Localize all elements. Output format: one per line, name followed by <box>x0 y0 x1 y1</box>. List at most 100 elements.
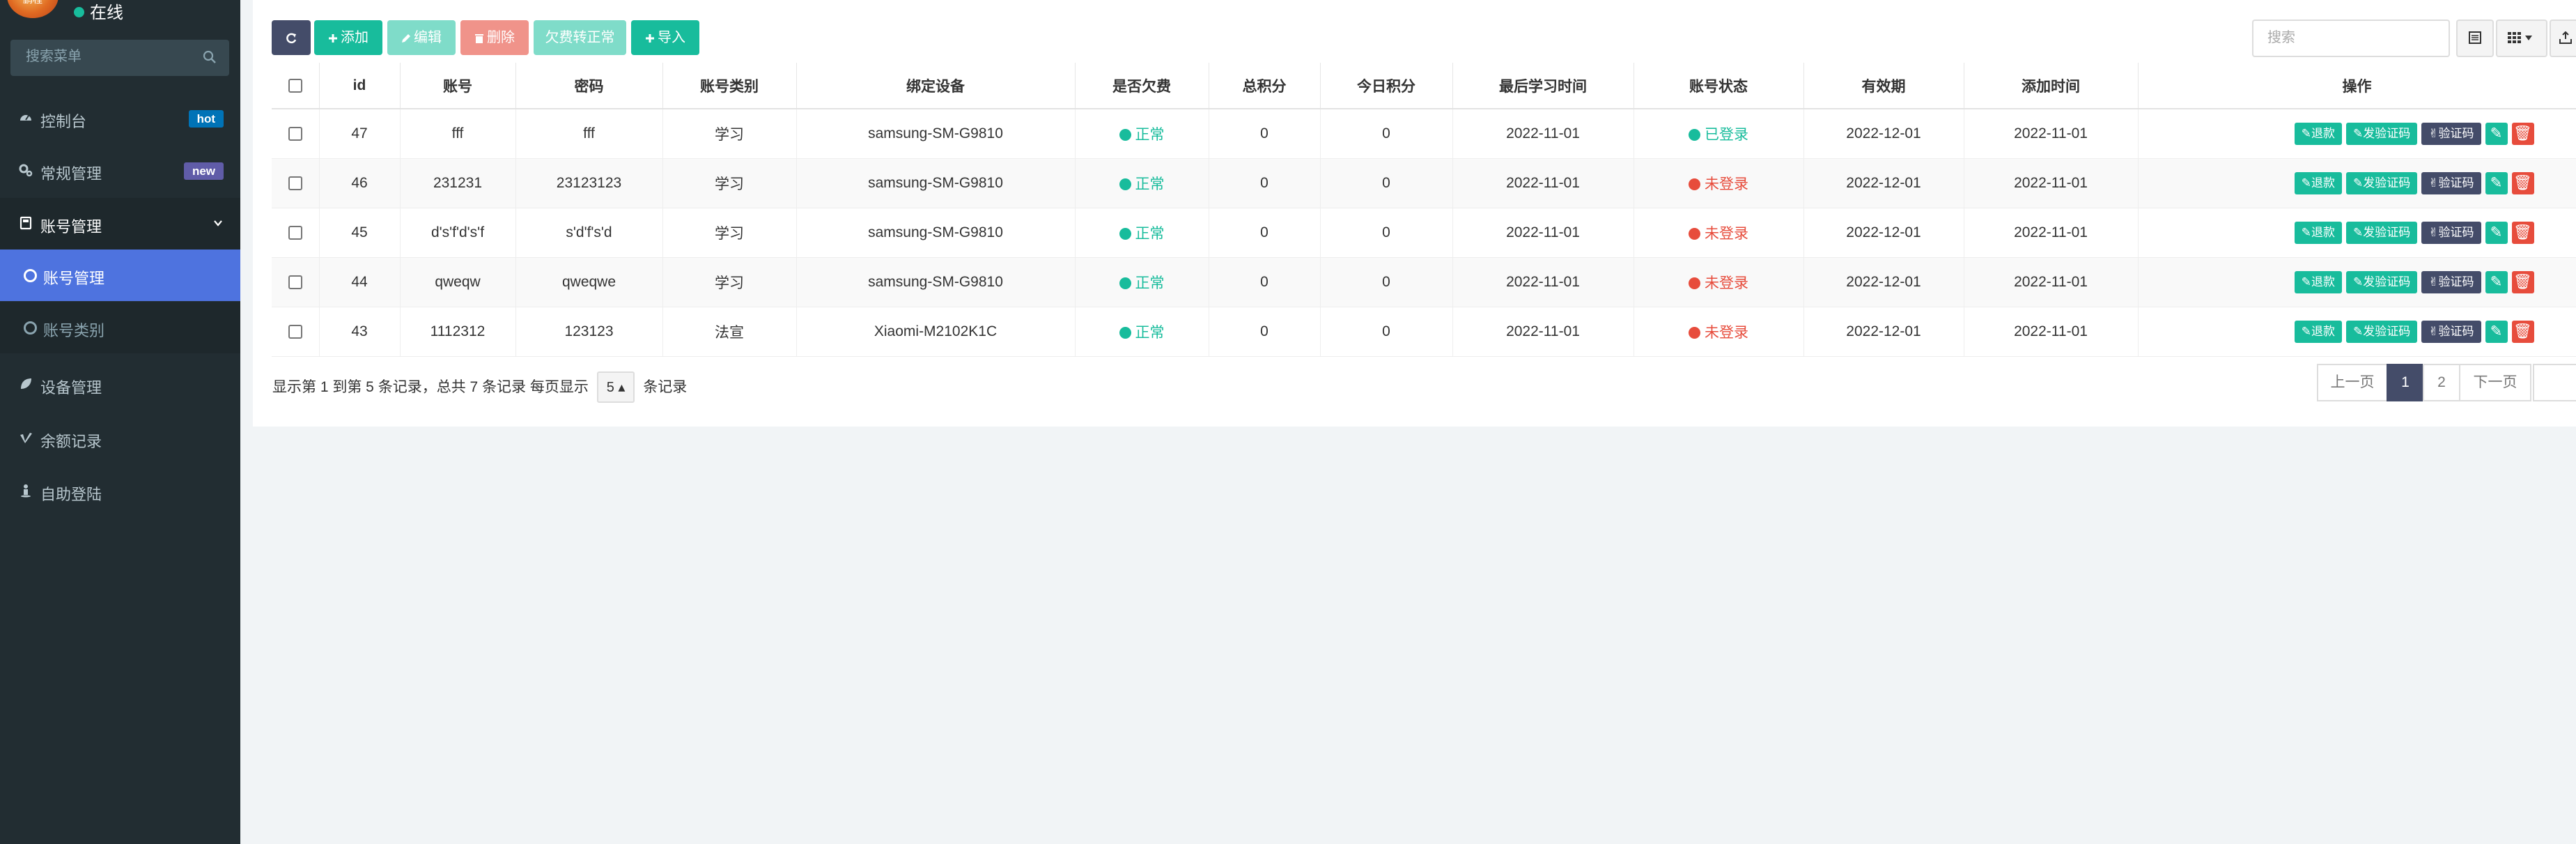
refresh-button[interactable] <box>272 20 311 55</box>
refund-button[interactable]: ✎退款 <box>2294 123 2342 145</box>
delete-row-button[interactable]: 🗑 <box>2511 123 2534 145</box>
status-dot-icon <box>1119 178 1131 190</box>
account-status-label: 未登录 <box>1705 176 1748 192</box>
cell-actions: ✎退款 ✎发验证码 ✌验证码 ✎ 🗑 <box>2138 208 2576 258</box>
add-button[interactable]: 添加 <box>314 20 382 55</box>
table-search-input[interactable] <box>2266 29 2436 47</box>
jump-page-input[interactable] <box>2533 364 2576 401</box>
column-header[interactable]: 最后学习时间 <box>1452 63 1634 109</box>
sidebar-item-device[interactable]: 设备管理 <box>0 359 240 411</box>
next-page-button[interactable]: 下一页 <box>2459 364 2531 401</box>
refund-button[interactable]: ✎退款 <box>2294 172 2342 194</box>
sidebar-item-balance[interactable]: 余额记录 <box>0 413 240 464</box>
refund-button[interactable]: ✎退款 <box>2294 321 2342 343</box>
cell-today: 0 <box>1320 307 1453 357</box>
status-dot-icon <box>1689 277 1700 289</box>
verify-code-button[interactable]: ✌验证码 <box>2421 271 2481 293</box>
sidebar-item-general[interactable]: 常规管理 new <box>0 145 240 197</box>
row-checkbox[interactable] <box>288 226 302 240</box>
delete-row-button[interactable]: 🗑 <box>2511 172 2534 194</box>
sidebar-subitem-account-manage[interactable]: 账号管理 <box>0 250 240 301</box>
sidebar-item-label: 设备管理 <box>40 379 102 397</box>
page-2-button[interactable]: 2 <box>2423 364 2460 401</box>
export-icon <box>2559 31 2572 44</box>
edit-row-button[interactable]: ✎ <box>2485 321 2508 343</box>
table-row[interactable]: 43 1112312 123123 法宣 Xiaomi-M2102K1C 正常 0 0 2022… <box>272 307 2576 357</box>
verify-code-button[interactable]: ✌验证码 <box>2421 321 2481 343</box>
table-row[interactable]: 46 231231 23123123 学习 samsung-SM-G9810 正常 0 0 20… <box>272 158 2576 208</box>
table-row[interactable]: 45 d's'f'd's'f s'd'f's'd 学习 samsung-SM-G9810… <box>272 208 2576 258</box>
column-header[interactable]: 总积分 <box>1209 63 1321 109</box>
cell-today: 0 <box>1320 257 1453 307</box>
toggle-view-button[interactable] <box>2456 20 2494 57</box>
verify-code-button[interactable]: ✌验证码 <box>2421 222 2481 244</box>
verify-code-button[interactable]: ✌验证码 <box>2421 123 2481 145</box>
search-icon[interactable] <box>203 50 217 64</box>
row-checkbox[interactable] <box>288 325 302 339</box>
send-code-button[interactable]: ✎发验证码 <box>2346 222 2418 244</box>
edit-button[interactable]: 编辑 <box>387 20 456 55</box>
column-header[interactable]: id <box>319 63 401 109</box>
column-header[interactable]: 是否欠费 <box>1075 63 1209 109</box>
verify-code-button[interactable]: ✌验证码 <box>2421 172 2481 194</box>
send-code-button[interactable]: ✎发验证码 <box>2346 271 2418 293</box>
chevron-down-icon <box>214 220 222 227</box>
row-checkbox[interactable] <box>288 176 302 191</box>
trash-icon <box>475 33 483 43</box>
edit-row-button[interactable]: ✎ <box>2485 222 2508 244</box>
column-header[interactable]: 有效期 <box>1803 63 1964 109</box>
sidebar-item-dashboard[interactable]: 控制台 hot <box>0 93 240 144</box>
cell-expiry: 2022-12-01 <box>1803 257 1964 307</box>
arrears-normal-button[interactable]: 欠费转正常 <box>534 20 626 55</box>
select-all-checkbox[interactable] <box>288 78 302 93</box>
column-header[interactable]: 账号 <box>400 63 516 109</box>
edit-row-button[interactable]: ✎ <box>2485 271 2508 293</box>
arrears-label: 正常 <box>1135 226 1165 242</box>
sidebar-search-input[interactable] <box>24 48 194 66</box>
refund-button[interactable]: ✎退款 <box>2294 222 2342 244</box>
account-status-label: 未登录 <box>1705 226 1748 242</box>
sidebar-item-self-login[interactable]: 自助登陆 <box>0 466 240 517</box>
delete-button[interactable]: 删除 <box>460 20 529 55</box>
cell-actions: ✎退款 ✎发验证码 ✌验证码 ✎ 🗑 <box>2138 109 2576 159</box>
export-button[interactable] <box>2550 20 2576 57</box>
prev-page-button[interactable]: 上一页 <box>2317 364 2388 401</box>
avatar[interactable]: 鹏程 <box>7 0 59 18</box>
page-1-button[interactable]: 1 <box>2387 364 2424 401</box>
column-header[interactable]: 账号状态 <box>1634 63 1804 109</box>
row-select-cell <box>272 257 320 307</box>
column-header[interactable]: 账号类别 <box>662 63 797 109</box>
status-dot-icon <box>1689 228 1700 240</box>
edit-row-button[interactable]: ✎ <box>2485 172 2508 194</box>
street-view-icon <box>21 484 31 498</box>
row-checkbox[interactable] <box>288 127 302 141</box>
import-button[interactable]: 导入 <box>631 20 699 55</box>
table-row[interactable]: 44 qweqw qweqwe 学习 samsung-SM-G9810 正常 0 0 2022-… <box>272 257 2576 307</box>
caret-down-icon <box>2525 36 2532 40</box>
delete-row-button[interactable]: 🗑 <box>2511 321 2534 343</box>
online-status-label: 在线 <box>90 3 123 22</box>
cell-last_study: 2022-11-01 <box>1452 208 1634 258</box>
send-code-button[interactable]: ✎发验证码 <box>2346 123 2418 145</box>
row-checkbox[interactable] <box>288 275 302 290</box>
sidebar-item-account[interactable]: 账号管理 <box>0 198 240 250</box>
column-header[interactable]: 绑定设备 <box>796 63 1076 109</box>
edit-row-button[interactable]: ✎ <box>2485 123 2508 145</box>
table-row[interactable]: 47 fff fff 学习 samsung-SM-G9810 正常 0 0 2022-11-01… <box>272 109 2576 159</box>
cell-added: 2022-11-01 <box>1964 257 2139 307</box>
delete-row-button[interactable]: 🗑 <box>2511 271 2534 293</box>
refund-button[interactable]: ✎退款 <box>2294 271 2342 293</box>
page-size-select[interactable]: 5 ▴ <box>596 371 635 403</box>
cell-total: 0 <box>1209 257 1321 307</box>
sidebar-subitem-account-category[interactable]: 账号类别 <box>0 302 240 353</box>
send-code-button[interactable]: ✎发验证码 <box>2346 172 2418 194</box>
status-dot-icon <box>1689 178 1700 190</box>
send-code-button[interactable]: ✎发验证码 <box>2346 321 2418 343</box>
columns-button[interactable] <box>2496 20 2547 57</box>
delete-row-button[interactable]: 🗑 <box>2511 222 2534 244</box>
column-header[interactable]: 添加时间 <box>1964 63 2139 109</box>
column-header[interactable]: 今日积分 <box>1320 63 1453 109</box>
verify-code-label: 验证码 <box>2438 275 2474 289</box>
trash-icon: 🗑 <box>2513 125 2532 141</box>
column-header[interactable]: 密码 <box>515 63 663 109</box>
